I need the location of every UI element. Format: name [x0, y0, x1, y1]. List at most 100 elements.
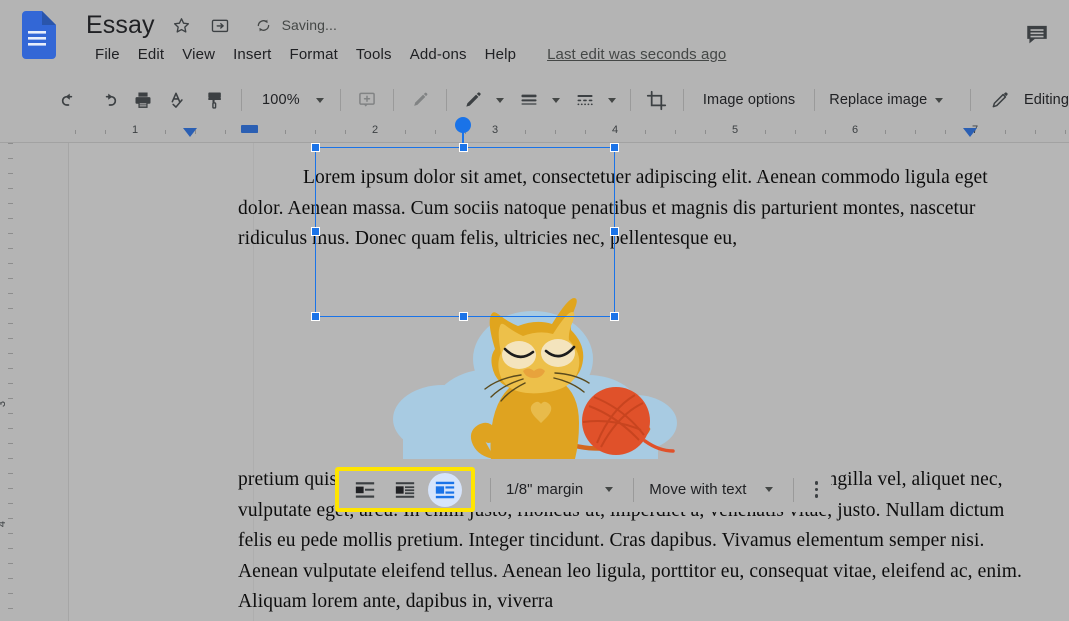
chevron-down-icon[interactable] — [935, 97, 944, 103]
resize-handle-bottom-right[interactable] — [610, 312, 619, 321]
ruler-tick-label: 4 — [611, 124, 619, 136]
popup-divider — [792, 477, 794, 502]
ruler-tick — [8, 158, 13, 159]
ruler-tick-label: 2 — [371, 124, 379, 136]
rotate-handle[interactable] — [455, 117, 471, 133]
left-indent-triangle[interactable] — [183, 128, 197, 137]
ruler-tick — [8, 608, 13, 609]
ruler-tick — [8, 443, 13, 444]
ruler-tick — [525, 130, 526, 134]
ruler-tick — [405, 130, 406, 134]
image-margin-label: 1/8" margin — [506, 481, 584, 498]
zoom-control[interactable]: 100% — [256, 92, 324, 108]
ruler-tick-label: 3 — [0, 401, 8, 407]
ruler-tick — [105, 130, 106, 134]
toolbar-divider — [392, 89, 394, 111]
wrap-inline-with-text-icon[interactable] — [348, 473, 382, 507]
ruler-tick — [345, 130, 346, 134]
horizontal-ruler[interactable]: 11234567 — [0, 121, 1069, 143]
redo-icon[interactable] — [92, 85, 122, 115]
menu-item-view[interactable]: View — [173, 44, 224, 65]
chevron-down-icon[interactable] — [607, 97, 616, 103]
first-line-indent-rect[interactable] — [241, 125, 258, 133]
image-options-popup: 1/8" margin Move with text — [335, 467, 831, 512]
ruler-tick — [645, 130, 646, 134]
resize-handle-top-right[interactable] — [610, 143, 619, 152]
menu-item-file[interactable]: File — [86, 44, 129, 65]
chevron-down-icon[interactable] — [315, 97, 324, 103]
ruler-tick — [555, 130, 556, 134]
ruler-tick — [8, 248, 13, 249]
move-to-folder-icon[interactable] — [209, 14, 231, 36]
ruler-tick — [8, 428, 13, 429]
menu-item-addons[interactable]: Add-ons — [401, 44, 476, 65]
crop-icon[interactable] — [642, 85, 672, 115]
horizontal-ruler-track[interactable]: 11234567 — [68, 121, 1069, 143]
more-options-icon[interactable] — [803, 476, 831, 504]
star-icon[interactable] — [171, 14, 193, 36]
ruler-tick — [8, 173, 13, 174]
chevron-down-icon[interactable] — [495, 97, 504, 103]
resize-handle-middle-left[interactable] — [311, 227, 320, 236]
dot — [814, 487, 819, 492]
print-icon[interactable] — [128, 85, 158, 115]
resize-handle-bottom-left[interactable] — [311, 312, 320, 321]
ruler-tick — [8, 278, 13, 279]
main-toolbar: 100% Image options Replace image Editing — [0, 79, 1069, 121]
comment-icon[interactable] — [1017, 14, 1057, 54]
ruler-tick — [705, 130, 706, 134]
pencil-icon[interactable] — [985, 85, 1015, 115]
image-options-button[interactable]: Image options — [692, 87, 806, 113]
document-title-row: Essay Saving... — [86, 8, 337, 42]
popup-divider — [633, 477, 635, 502]
image-margin-dropdown[interactable]: 1/8" margin — [500, 477, 619, 502]
ruler-tick — [885, 130, 886, 134]
ruler-tick — [765, 130, 766, 134]
menu-item-tools[interactable]: Tools — [347, 44, 401, 65]
border-color-icon — [405, 85, 435, 115]
break-text-icon[interactable] — [428, 472, 462, 507]
replace-image-button[interactable]: Replace image — [823, 88, 949, 112]
ruler-tick — [8, 548, 13, 549]
ruler-tick-label: 3 — [491, 124, 499, 136]
ruler-tick — [315, 130, 316, 134]
line-color-icon[interactable] — [458, 85, 488, 115]
chevron-down-icon[interactable] — [605, 487, 614, 492]
toolbar-divider — [339, 89, 341, 111]
spellcheck-icon[interactable] — [164, 85, 194, 115]
chevron-down-icon[interactable] — [551, 97, 560, 103]
vertical-ruler[interactable]: 34 — [0, 143, 20, 621]
ruler-tick — [435, 130, 436, 134]
menu-bar: File Edit View Insert Format Tools Add-o… — [86, 44, 726, 65]
toolbar-divider — [241, 89, 242, 111]
toolbar-divider — [969, 89, 971, 111]
ruler-tick — [8, 398, 13, 399]
resize-handle-top-left[interactable] — [311, 143, 320, 152]
last-edit-link[interactable]: Last edit was seconds ago — [547, 46, 726, 63]
paint-format-icon[interactable] — [200, 85, 230, 115]
menu-item-format[interactable]: Format — [281, 44, 347, 65]
undo-icon[interactable] — [56, 85, 86, 115]
resize-handle-bottom-center[interactable] — [458, 312, 468, 321]
wrap-text-icon[interactable] — [388, 473, 422, 507]
resize-handle-top-center[interactable] — [458, 143, 468, 152]
toolbar-divider — [629, 89, 631, 111]
chevron-down-icon[interactable] — [764, 487, 773, 492]
line-dash-icon[interactable] — [570, 85, 600, 115]
ruler-tick — [8, 218, 13, 219]
docs-file-icon[interactable] — [18, 11, 56, 59]
menu-item-insert[interactable]: Insert — [224, 44, 280, 65]
editing-mode-control[interactable]: Editing — [969, 79, 1069, 121]
ruler-tick-label: 1 — [131, 124, 139, 136]
ruler-tick — [8, 563, 13, 564]
image-position-dropdown[interactable]: Move with text — [643, 477, 778, 502]
right-indent-triangle[interactable] — [963, 128, 977, 137]
ruler-tick — [795, 130, 796, 134]
ruler-tick — [8, 533, 13, 534]
page-title[interactable]: Essay — [86, 10, 155, 40]
resize-handle-middle-right[interactable] — [610, 227, 619, 236]
ruler-tick — [945, 130, 946, 134]
line-weight-icon[interactable] — [514, 85, 544, 115]
menu-item-help[interactable]: Help — [476, 44, 525, 65]
menu-item-edit[interactable]: Edit — [129, 44, 173, 65]
